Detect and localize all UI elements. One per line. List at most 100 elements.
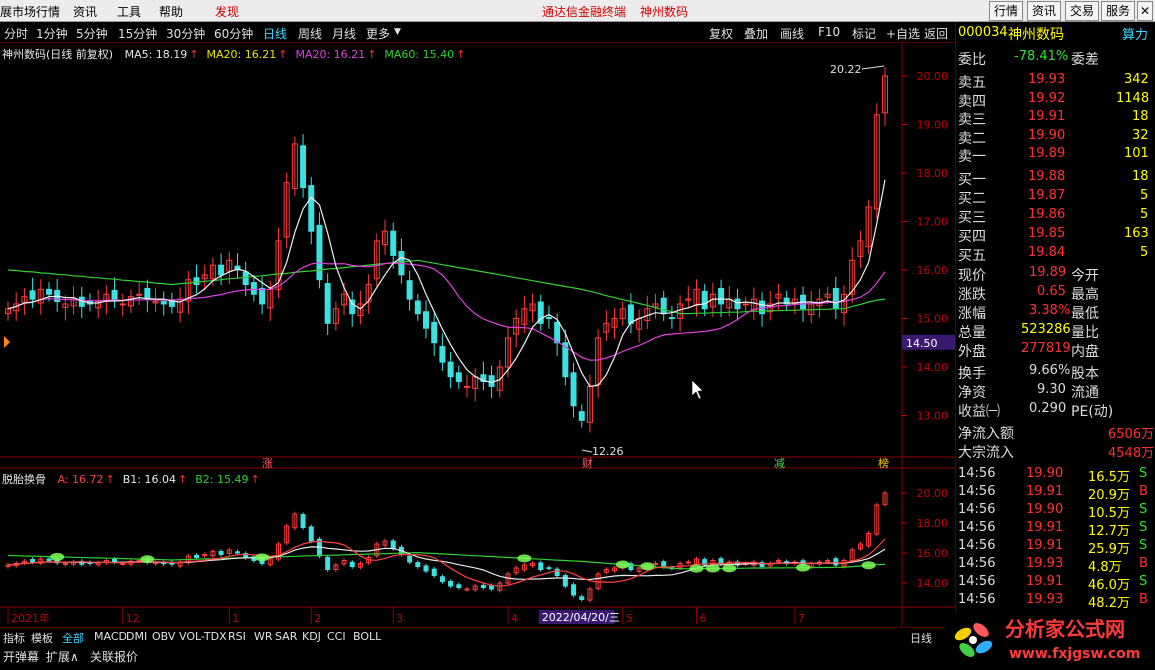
candle-body <box>545 317 552 320</box>
btn-f10[interactable]: F10 <box>818 25 840 39</box>
menu-discover[interactable]: 发现 <box>215 3 239 20</box>
sub-candle-body <box>562 575 568 587</box>
sub-candle-body <box>825 560 831 562</box>
tab-rsi[interactable]: RSI <box>228 630 246 643</box>
tab-15min[interactable]: 15分钟 <box>118 25 157 42</box>
tab-boll[interactable]: BOLL <box>353 630 381 643</box>
sub-candle-body <box>194 554 200 559</box>
tab-monthly[interactable]: 月线 <box>332 25 356 42</box>
link-terminal[interactable]: 通达信金融终端 <box>542 3 626 20</box>
bid-volume: 18 <box>1132 169 1149 184</box>
menu-market[interactable]: 展市场行情 <box>0 3 60 20</box>
stat-label: 收益㈠ <box>958 404 1000 420</box>
signal-dot <box>255 553 270 562</box>
stock-code: 000034 <box>958 25 1008 40</box>
tick-volume: 48.2万 <box>1088 596 1130 611</box>
bid-price: 19.85 <box>1028 226 1066 241</box>
tab-1min[interactable]: 1分钟 <box>36 25 68 42</box>
btn-add-fav[interactable]: +自选 <box>886 25 920 42</box>
btn-popup[interactable]: 开弹幕 <box>3 648 39 665</box>
date-label: 2022/04/20/三 <box>542 611 620 624</box>
candle-body <box>308 185 315 232</box>
bid-volume: 5 <box>1140 207 1149 222</box>
mouse-cursor-icon <box>691 379 704 400</box>
candle-body <box>242 271 249 286</box>
btn-quote[interactable]: 行情 <box>989 1 1024 21</box>
candle-body <box>439 346 446 363</box>
tick-side: S <box>1139 466 1148 481</box>
btn-linked-quote[interactable]: 关联报价 <box>90 648 138 665</box>
stat-value: 0.290 <box>1029 401 1067 416</box>
quote-panel: 000034 神州数码 算力 委比 -78.41% 委差 卖五 19.93 342 卖… <box>955 22 1155 612</box>
candle-body <box>259 287 266 305</box>
candle-body <box>414 300 421 315</box>
calc-link[interactable]: 算力 <box>1122 24 1148 43</box>
ask-volume: 32 <box>1132 127 1149 143</box>
tab-kdj[interactable]: KDJ <box>302 630 321 643</box>
tab-wr[interactable]: WR <box>254 630 273 643</box>
ask-price: 19.93 <box>1028 72 1066 87</box>
sub-candle-body <box>571 584 577 596</box>
btn-draw[interactable]: 画线 <box>780 25 804 42</box>
signal-dot <box>517 554 532 563</box>
candle-body <box>718 287 725 305</box>
signal-dot <box>722 564 737 573</box>
tab-obv[interactable]: OBV <box>152 630 175 643</box>
tab-macd[interactable]: MACD <box>94 630 127 643</box>
daily-period-label: 日线 <box>910 632 932 645</box>
tab-60min[interactable]: 60分钟 <box>214 25 253 42</box>
close-icon[interactable]: ✕ <box>1137 1 1154 21</box>
tab-dmi[interactable]: DMI <box>126 630 147 643</box>
menu-news[interactable]: 资讯 <box>73 3 97 20</box>
tick-volume: 16.5万 <box>1088 470 1130 485</box>
link-stock-name[interactable]: 神州数码 <box>640 3 688 20</box>
time-axis-label: 2 <box>314 612 321 625</box>
event-marker: 榜 <box>878 456 889 470</box>
btn-service[interactable]: 服务 <box>1101 1 1136 21</box>
tick-price: 19.93 <box>1026 556 1064 571</box>
btn-back[interactable]: 返回 <box>924 25 948 42</box>
sub-candle-body <box>456 584 462 588</box>
tab-more[interactable]: 更多 <box>366 25 390 42</box>
menu-tools[interactable]: 工具 <box>117 3 141 20</box>
tab-5min[interactable]: 5分钟 <box>76 25 108 42</box>
ask-price: 19.89 <box>1028 146 1066 161</box>
period-bar: 分时 1分钟 5分钟 15分钟 30分钟 60分钟 日线 周线 月线 更多 ▼ … <box>0 22 955 43</box>
tab-timeshare[interactable]: 分时 <box>4 25 28 42</box>
sub-candle-body <box>30 558 36 563</box>
tick-time: 14:56 <box>958 574 996 589</box>
candle-body <box>423 311 430 329</box>
candle-body <box>668 317 675 320</box>
more-dropdown-icon[interactable]: ▼ <box>394 27 401 37</box>
btn-info[interactable]: 资讯 <box>1027 1 1062 21</box>
price-axis-label: 20.00 <box>917 70 949 83</box>
ask-price: 19.90 <box>1028 127 1066 143</box>
signal-dot <box>140 555 155 564</box>
ask-volume: 1148 <box>1116 90 1150 106</box>
candle-body <box>701 290 708 310</box>
tab-daily[interactable]: 日线 <box>263 25 287 42</box>
kline-chart[interactable]: 20.00 19.00 18.00 17.00 16.00 15.00 14.00 13.00… <box>0 42 955 627</box>
tab-vol-tdx[interactable]: VOL-TDX <box>179 630 227 643</box>
btn-overlay[interactable]: 叠加 <box>744 25 768 42</box>
tick-side: B <box>1139 556 1148 571</box>
stat-label: 现价 <box>958 268 986 284</box>
btn-expand[interactable]: 扩展∧ <box>46 648 79 665</box>
btn-mark[interactable]: 标记 <box>852 25 876 42</box>
stat-label: 外盘 <box>958 344 986 360</box>
sub-candle-body <box>448 581 454 587</box>
tab-template[interactable]: 模板 <box>31 630 53 646</box>
tab-cci[interactable]: CCI <box>327 630 346 643</box>
tick-volume: 10.5万 <box>1088 506 1130 521</box>
sub-candle-body <box>120 563 126 565</box>
tab-indicator[interactable]: 指标 <box>3 630 25 646</box>
tab-sar[interactable]: SAR <box>275 630 297 643</box>
btn-trade[interactable]: 交易 <box>1065 1 1100 21</box>
menu-help[interactable]: 帮助 <box>159 3 183 20</box>
btn-adjust[interactable]: 复权 <box>709 25 733 42</box>
tab-weekly[interactable]: 周线 <box>298 25 322 42</box>
candle-body <box>431 321 438 344</box>
tab-all[interactable]: 全部 <box>62 630 84 646</box>
tab-30min[interactable]: 30分钟 <box>166 25 205 42</box>
time-axis-label: 2021年 <box>11 611 50 625</box>
